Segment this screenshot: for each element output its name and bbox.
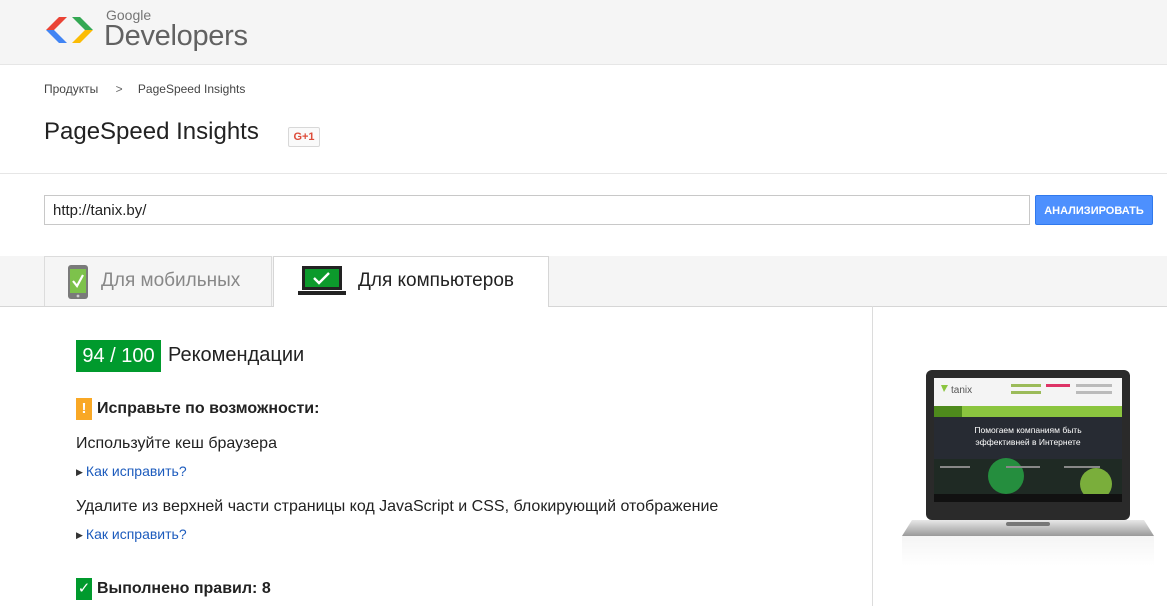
google-plus-one-button[interactable]: G+1 (288, 127, 320, 147)
preview-headline-1: Помогаем компаниям быть (974, 425, 1082, 435)
google-developers-logo[interactable]: Google Developers (42, 6, 252, 56)
analyze-button[interactable]: АНАЛИЗИРОВАТЬ (1035, 195, 1153, 225)
passed-rules-heading[interactable]: Выполнено правил: 8 (97, 580, 271, 598)
preview-site-logo: tanix (951, 385, 972, 396)
tab-desktop-label: Для компьютеров (358, 270, 514, 291)
logo-developers-text: Developers (104, 20, 248, 52)
developers-chevron-icon (46, 17, 93, 43)
rule-browser-cache: Используйте кеш браузера (76, 435, 277, 452)
fix-link-render-blocking[interactable]: ▶ Как исправить? (76, 526, 187, 542)
tab-desktop[interactable]: Для компьютеров (273, 256, 549, 307)
header-divider (0, 173, 1167, 174)
url-input[interactable] (44, 195, 1030, 225)
tab-mobile[interactable]: Для мобильных (44, 256, 272, 306)
desktop-preview-screenshot: tanix Помогаем компаниям быть эффективне… (902, 370, 1154, 566)
expand-triangle-icon: ▶ (76, 467, 83, 477)
breadcrumb-chevron-icon: > (115, 82, 123, 96)
warning-icon: ! (76, 398, 92, 420)
breadcrumb-item-products[interactable]: Продукты (44, 82, 98, 96)
score-label: Рекомендации (168, 344, 305, 366)
desktop-monitor-icon (298, 266, 346, 295)
tab-mobile-label: Для мобильных (101, 270, 241, 291)
fix-link-label: Как исправить? (85, 463, 187, 479)
mobile-phone-icon (68, 265, 88, 299)
fix-link-label: Как исправить? (85, 526, 187, 542)
page-title: PageSpeed Insights (44, 118, 259, 145)
preview-divider (872, 306, 873, 606)
score-badge: 94 / 100 (76, 340, 161, 372)
fix-link-browser-cache[interactable]: ▶ Как исправить? (76, 463, 187, 479)
passed-check-icon: ✓ (76, 578, 92, 600)
rule-render-blocking: Удалите из верхней части страницы код Ja… (76, 498, 719, 515)
breadcrumb: Продукты > PageSpeed Insights (44, 82, 245, 96)
expand-triangle-icon: ▶ (76, 530, 83, 540)
preview-headline-2: эффективней в Интернете (975, 437, 1080, 447)
breadcrumb-item-pagespeed[interactable]: PageSpeed Insights (138, 82, 245, 96)
should-fix-heading: Исправьте по возможности: (97, 400, 320, 417)
